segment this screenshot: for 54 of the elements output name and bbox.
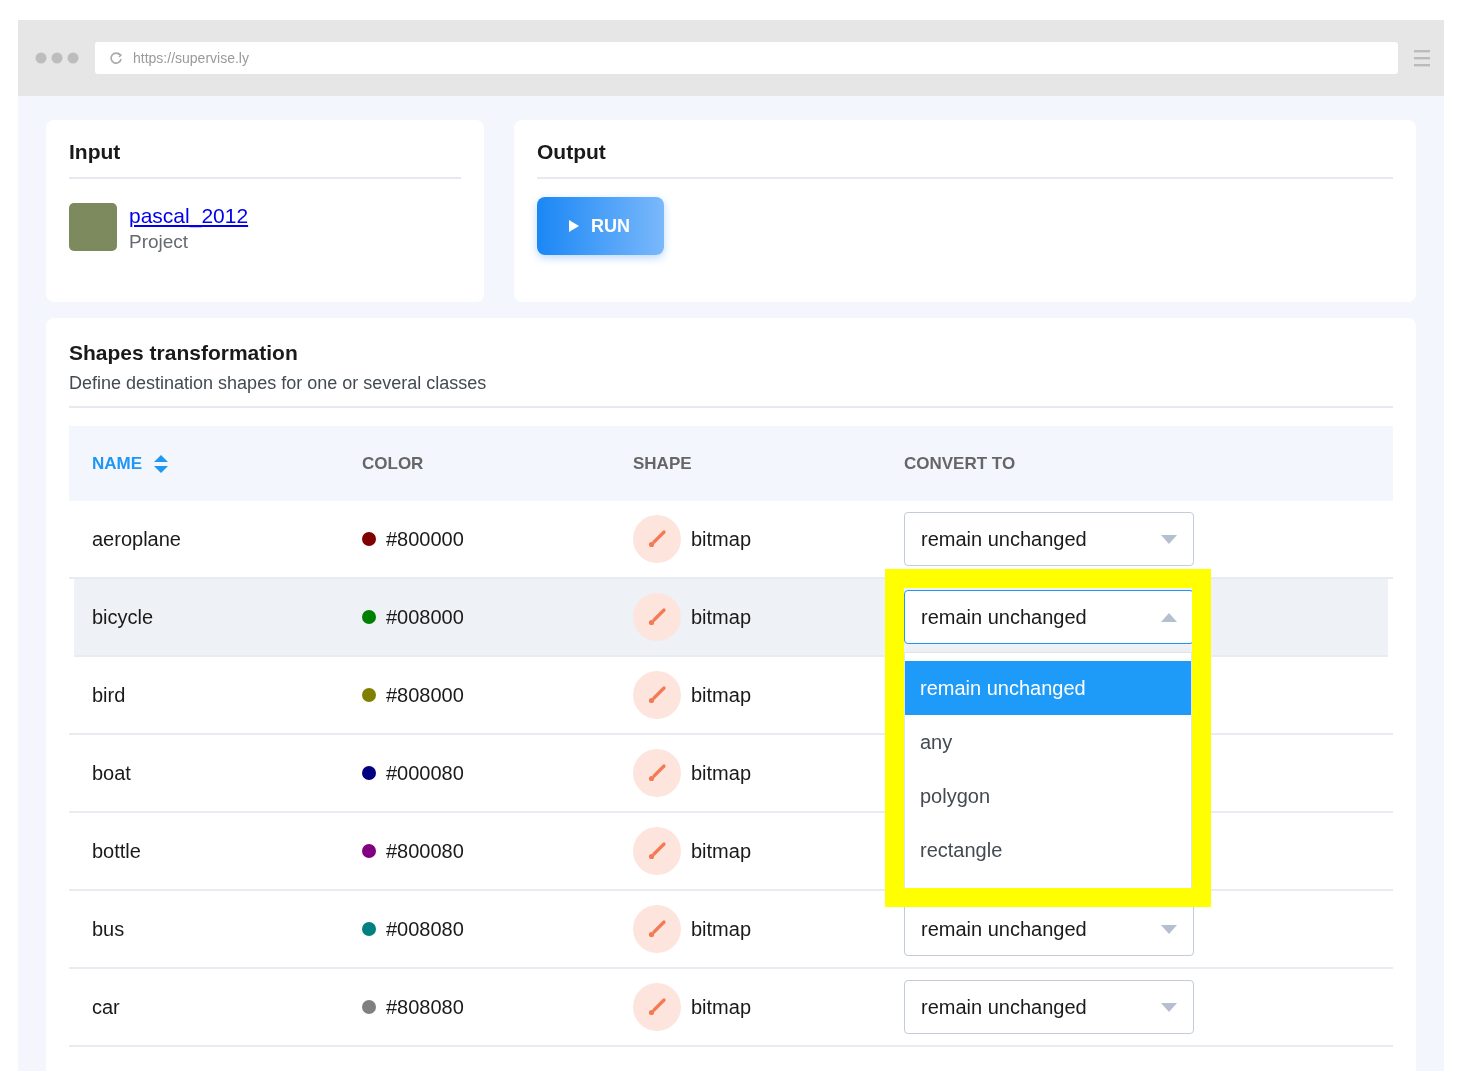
class-name: bicycle xyxy=(92,605,154,629)
class-name: bottle xyxy=(92,839,141,863)
brush-icon xyxy=(633,671,681,719)
brush-icon xyxy=(633,515,681,563)
menu-icon[interactable] xyxy=(1414,49,1430,67)
caret-icon xyxy=(1161,924,1177,934)
convert-dropdown[interactable]: remain unchanged xyxy=(904,590,1194,644)
card-title: Input xyxy=(69,140,461,179)
window-dots-icon xyxy=(35,51,79,65)
column-header[interactable]: COLOR xyxy=(362,453,424,474)
color-code: #808000 xyxy=(386,683,464,707)
project-type: Project xyxy=(129,230,190,254)
convert-dropdown[interactable]: remain unchanged xyxy=(904,980,1194,1034)
color-code: #800080 xyxy=(386,839,464,863)
color-code: #008080 xyxy=(386,917,464,941)
dropdown-option[interactable]: polygon xyxy=(905,769,1191,823)
shape-type: bitmap xyxy=(691,839,752,863)
shape-type: bitmap xyxy=(691,917,752,941)
section-subtitle: Define destination shapes for one or several classes xyxy=(69,373,1393,408)
color-code: #008000 xyxy=(386,605,464,629)
brush-icon xyxy=(633,749,681,797)
shape-type: bitmap xyxy=(691,683,752,707)
color-code: #808080 xyxy=(386,995,464,1019)
dropdown-option[interactable]: rectangle xyxy=(905,823,1191,877)
card-title: Output xyxy=(537,140,1393,179)
column-header[interactable]: SHAPE xyxy=(633,453,692,474)
caret-icon xyxy=(1161,534,1177,544)
caret-icon xyxy=(1161,1002,1177,1012)
shape-type: bitmap xyxy=(691,527,752,551)
section-title: Shapes transformation xyxy=(69,341,299,365)
class-name: boat xyxy=(92,761,131,785)
shape-type: bitmap xyxy=(691,761,752,785)
column-header[interactable]: CONVERT TO xyxy=(904,453,1016,474)
project-link[interactable]: pascal_2012 xyxy=(129,203,249,229)
color-code: #800000 xyxy=(386,527,464,551)
convert-dropdown[interactable]: remain unchanged xyxy=(904,512,1194,566)
brush-icon xyxy=(633,593,681,641)
shape-type: bitmap xyxy=(691,995,752,1019)
brush-icon xyxy=(633,983,681,1031)
color-code: #000080 xyxy=(386,761,464,785)
class-name: bird xyxy=(92,683,126,707)
brush-icon xyxy=(633,905,681,953)
brush-icon xyxy=(633,827,681,875)
class-name: aeroplane xyxy=(92,527,181,551)
url-text: https://supervise.ly xyxy=(133,50,249,66)
photo-placeholder xyxy=(69,203,117,251)
class-name: car xyxy=(92,995,120,1019)
dropdown-option[interactable]: any xyxy=(905,715,1191,769)
sort-icon[interactable] xyxy=(154,454,169,473)
caret-icon xyxy=(1161,612,1177,622)
reload-icon[interactable] xyxy=(109,51,123,65)
shape-type: bitmap xyxy=(691,605,752,629)
play-icon xyxy=(569,220,579,232)
class-name: bus xyxy=(92,917,125,941)
